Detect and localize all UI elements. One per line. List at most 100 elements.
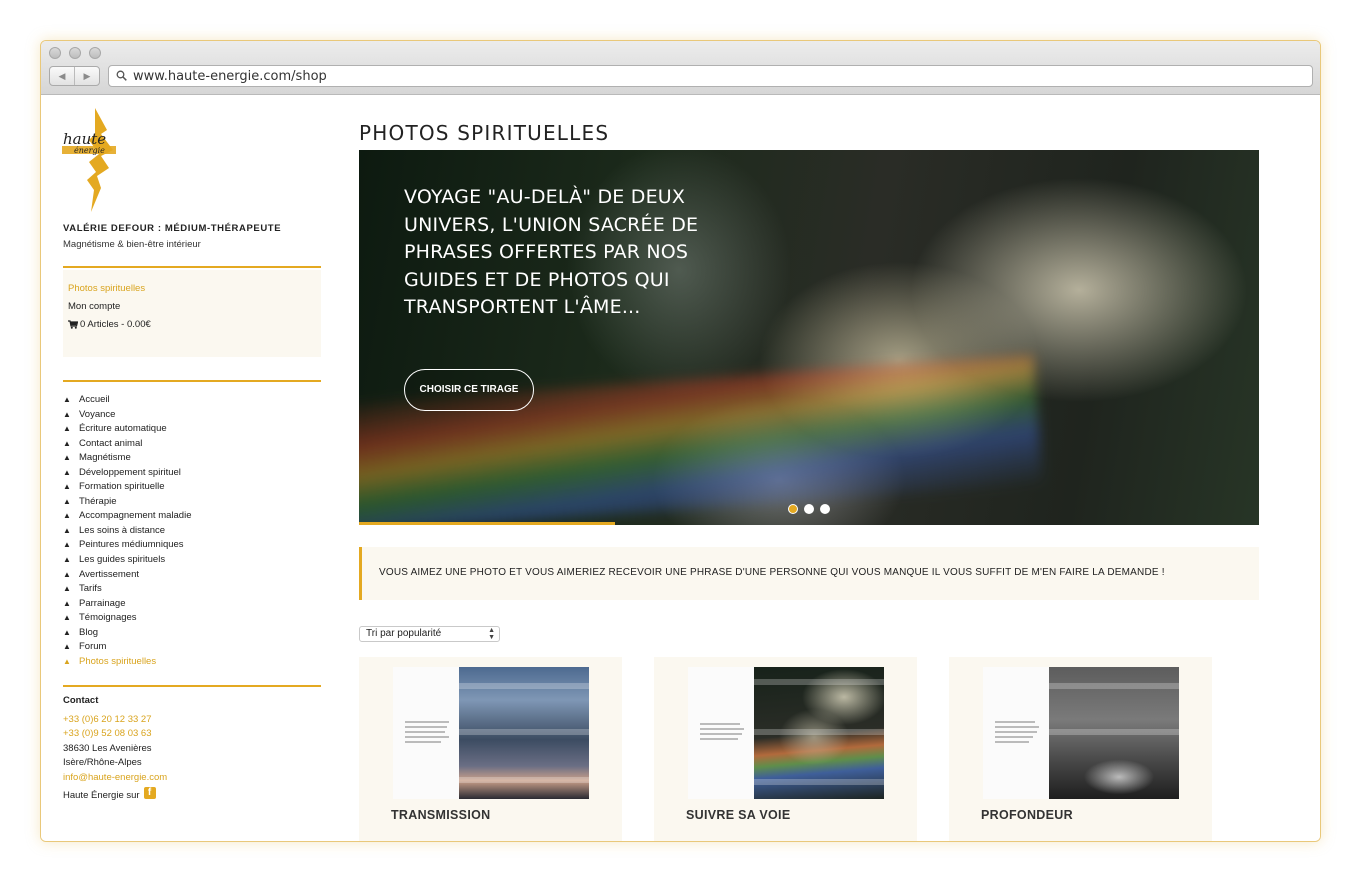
email-link[interactable]: info@haute-energie.com	[63, 771, 167, 785]
menu-item-magnetisme[interactable]: ▲ Magnétisme	[63, 451, 191, 466]
menu-item-label: Formation spirituelle	[79, 481, 165, 493]
site-title: VALÉRIE DEFOUR : MÉDIUM-THÉRAPEUTE	[63, 223, 282, 234]
select-arrows-icon: ▲ ▼	[488, 627, 495, 641]
slider-progress-bar	[359, 522, 615, 525]
product-image[interactable]	[688, 667, 884, 799]
cart-link[interactable]: 0 Articles - 0.00€	[68, 319, 151, 330]
back-button[interactable]: ◀	[50, 67, 75, 85]
triangle-bullet-icon: ▲	[63, 598, 71, 608]
browser-window: ◀ ▶ www.haute-energie.com/shop haute éne…	[40, 40, 1321, 842]
menu-item-parrainage[interactable]: ▲ Parrainage	[63, 597, 191, 612]
menu-item-label: Peintures médiumniques	[79, 539, 184, 551]
slider-dots	[788, 504, 830, 514]
triangle-bullet-icon: ▲	[63, 395, 71, 404]
site-logo[interactable]: haute énergie	[61, 106, 121, 214]
account-link-photos[interactable]: Photos spirituelles	[68, 283, 145, 294]
menu-item-label: Contact animal	[79, 437, 143, 449]
menu-item-label: Blog	[79, 626, 99, 638]
info-notice: VOUS AIMEZ UNE PHOTO ET VOUS AIMERIEZ RE…	[359, 547, 1259, 600]
menu-item-label: Photos spirituelles	[79, 655, 157, 667]
triangle-bullet-icon: ▲	[63, 496, 71, 506]
slider-dot-2[interactable]	[804, 504, 814, 514]
product-image[interactable]	[983, 667, 1179, 799]
product-name[interactable]: PROFONDEUR	[981, 808, 1073, 822]
menu-item-therapie[interactable]: ▲ Thérapie	[63, 495, 191, 510]
menu-item-accompagnement-maladie[interactable]: ▲ Accompagnement maladie	[63, 509, 191, 524]
product-quote-area	[393, 667, 459, 799]
forward-button[interactable]: ▶	[75, 67, 99, 85]
triangle-bullet-icon: ▲	[63, 584, 71, 594]
menu-item-soins-a-distance[interactable]: ▲ Les soins à distance	[63, 524, 191, 539]
contact-city: 38630 Les Avenières	[63, 742, 152, 754]
triangle-bullet-icon: ▲	[63, 409, 71, 419]
triangle-bullet-icon: ▲	[63, 525, 71, 535]
account-panel: Photos spirituelles Mon compte 0 Article…	[63, 270, 321, 357]
product-card[interactable]: SUIVRE SA VOIE	[654, 657, 917, 841]
product-image[interactable]	[393, 667, 589, 799]
phone-link-landline[interactable]: +33 (0)9 52 08 03 63	[63, 727, 167, 741]
triangle-bullet-icon: ▲	[63, 467, 71, 477]
main-menu: ▲ Accueil ▲ Voyance ▲ Écriture automatique …	[63, 393, 191, 669]
menu-item-label: Thérapie	[79, 495, 117, 507]
menu-item-accueil[interactable]: ▲ Accueil	[63, 393, 191, 408]
menu-item-guides-spirituels[interactable]: ▲ Les guides spirituels	[63, 553, 191, 568]
history-nav: ◀ ▶	[49, 66, 100, 86]
triangle-bullet-icon: ▲	[63, 511, 71, 521]
product-card[interactable]: PROFONDEUR	[949, 657, 1212, 841]
phone-link-mobile[interactable]: +33 (0)6 20 12 33 27	[63, 713, 167, 727]
menu-item-label: Développement spirituel	[79, 466, 181, 478]
triangle-bullet-icon: ▲	[63, 627, 71, 637]
divider	[63, 266, 321, 268]
triangle-bullet-icon: ▲	[63, 540, 71, 550]
menu-item-blog[interactable]: ▲ Blog	[63, 626, 191, 641]
product-card[interactable]: TRANSMISSION	[359, 657, 622, 841]
menu-item-temoignages[interactable]: ▲ Témoignages	[63, 611, 191, 626]
triangle-bullet-icon: ▲	[63, 424, 71, 434]
menu-item-voyance[interactable]: ▲ Voyance	[63, 408, 191, 423]
product-quote-area	[688, 667, 754, 799]
logo-text-energie: énergie	[74, 146, 105, 155]
triangle-bullet-icon: ▲	[63, 569, 71, 579]
close-window-button[interactable]	[49, 47, 61, 59]
menu-item-contact-animal[interactable]: ▲ Contact animal	[63, 437, 191, 452]
triangle-bullet-icon: ▲	[63, 438, 71, 448]
menu-item-peintures-mediumniques[interactable]: ▲ Peintures médiumniques	[63, 538, 191, 553]
menu-item-developpement-spirituel[interactable]: ▲ Développement spirituel	[63, 466, 191, 481]
facebook-icon[interactable]: f	[143, 786, 156, 799]
triangle-bullet-icon: ▲	[63, 555, 71, 565]
zoom-window-button[interactable]	[89, 47, 101, 59]
contact-region: Isère/Rhône-Alpes	[63, 757, 142, 769]
search-icon	[116, 70, 127, 81]
web-page: haute énergie VALÉRIE DEFOUR : MÉDIUM-TH…	[41, 96, 1320, 841]
minimize-window-button[interactable]	[69, 47, 81, 59]
product-name[interactable]: SUIVRE SA VOIE	[686, 808, 790, 822]
menu-item-ecriture-automatique[interactable]: ▲ Écriture automatique	[63, 422, 191, 437]
cart-icon	[68, 320, 78, 329]
menu-item-avertissement[interactable]: ▲ Avertissement	[63, 568, 191, 583]
menu-item-formation-spirituelle[interactable]: ▲ Formation spirituelle	[63, 480, 191, 495]
menu-item-label: Les soins à distance	[79, 524, 166, 536]
menu-item-label: Avertissement	[79, 568, 140, 580]
notice-text: VOUS AIMEZ UNE PHOTO ET VOUS AIMERIEZ RE…	[379, 567, 1165, 578]
menu-item-label: Parrainage	[79, 597, 126, 609]
triangle-bullet-icon: ▲	[63, 656, 71, 666]
product-photo	[459, 667, 589, 799]
menu-item-photos-spirituelles[interactable]: ▲ Photos spirituelles	[63, 655, 191, 670]
menu-item-tarifs[interactable]: ▲ Tarifs	[63, 582, 191, 597]
menu-item-forum[interactable]: ▲ Forum	[63, 640, 191, 655]
contact-block: +33 (0)6 20 12 33 27 +33 (0)9 52 08 03 6…	[63, 713, 167, 785]
slider-dot-1[interactable]	[788, 504, 798, 514]
site-subtitle: Magnétisme & bien-être intérieur	[63, 239, 201, 250]
hero-slider: VOYAGE "AU-DELÀ" DE DEUX UNIVERS, L'UNIO…	[359, 150, 1259, 525]
contact-heading: Contact	[63, 695, 99, 706]
sort-select[interactable]: Tri par popularité ▲ ▼	[359, 626, 500, 642]
triangle-bullet-icon: ▲	[63, 482, 71, 492]
product-name[interactable]: TRANSMISSION	[391, 808, 490, 822]
address-bar[interactable]: www.haute-energie.com/shop	[108, 65, 1313, 87]
product-photo	[754, 667, 884, 799]
account-link-my-account[interactable]: Mon compte	[68, 301, 120, 312]
menu-item-label: Forum	[79, 641, 107, 653]
slider-dot-3[interactable]	[820, 504, 830, 514]
menu-item-label: Écriture automatique	[79, 423, 167, 435]
choose-print-button[interactable]: CHOISIR CE TIRAGE	[404, 369, 534, 411]
